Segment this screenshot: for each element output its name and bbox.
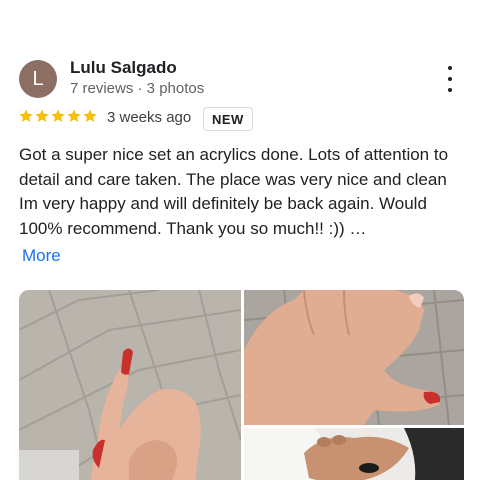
star-rating	[18, 108, 98, 124]
avatar[interactable]: L	[19, 60, 57, 98]
review-photo[interactable]	[19, 290, 241, 480]
review-card: L Lulu Salgado 7 reviews · 3 photos 3 we…	[0, 0, 480, 480]
avatar-initial: L	[32, 67, 44, 90]
review-time: 3 weeks ago	[107, 109, 192, 126]
nails-photo-image	[19, 290, 241, 480]
author-name[interactable]: Lulu Salgado	[70, 58, 177, 78]
star-icon	[83, 109, 97, 122]
new-badge: NEW	[203, 107, 253, 131]
review-photo[interactable]	[244, 428, 464, 480]
star-icon	[67, 109, 81, 122]
author-meta: 7 reviews · 3 photos	[70, 80, 205, 97]
review-text: Got a super nice set an acrylics done. L…	[19, 145, 449, 238]
more-vert-icon[interactable]	[440, 66, 460, 92]
star-icon	[51, 109, 65, 122]
toes-photo-image	[244, 428, 464, 480]
star-icon	[35, 109, 49, 122]
review-photo[interactable]	[244, 290, 464, 425]
hand-photo-image	[244, 290, 464, 425]
star-icon	[19, 109, 33, 122]
more-link[interactable]: More	[22, 246, 61, 266]
